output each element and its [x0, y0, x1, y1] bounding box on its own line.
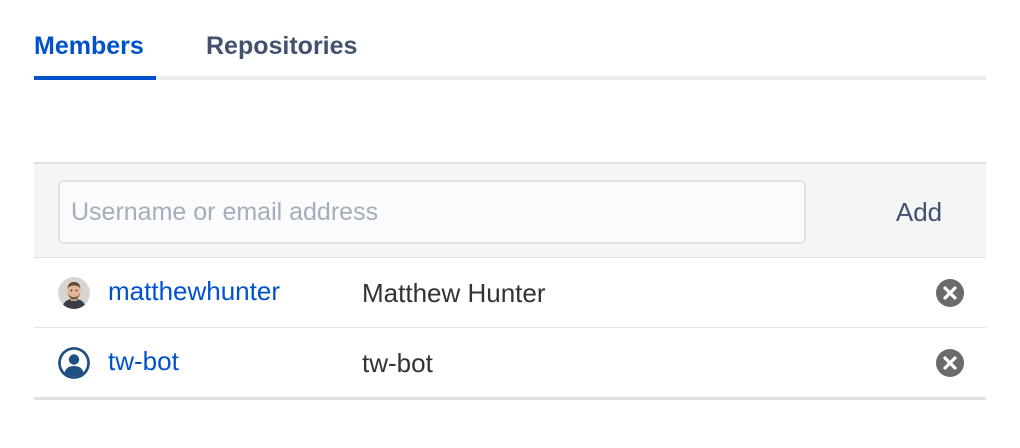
username-email-input[interactable] [58, 180, 806, 244]
remove-circle-icon [936, 349, 964, 377]
remove-member-button[interactable] [935, 348, 965, 378]
tab-bar-underline [34, 76, 986, 80]
member-username-link[interactable]: tw-bot [108, 344, 179, 378]
table-row: matthewhunter Matthew Hunter [34, 258, 986, 328]
tab-repositories-label: Repositories [206, 32, 358, 60]
avatar [58, 347, 90, 379]
tab-members-label: Members [34, 32, 144, 60]
remove-circle-icon [936, 279, 964, 307]
tab-members[interactable]: Members [34, 28, 156, 82]
add-button[interactable]: Add [872, 190, 966, 234]
default-user-icon [58, 347, 90, 379]
member-display-name: Matthew Hunter [362, 278, 546, 308]
members-page: Members Repositories Add [0, 0, 1020, 448]
add-member-row: Add [34, 162, 986, 258]
tab-bar: Members Repositories [34, 0, 986, 82]
members-table: Add matthewhunter Matthew Hunter [34, 162, 986, 400]
member-display-name: tw-bot [362, 348, 433, 378]
tab-repositories[interactable]: Repositories [206, 28, 357, 82]
table-row: tw-bot tw-bot [34, 328, 986, 400]
avatar [58, 277, 90, 309]
remove-member-button[interactable] [935, 278, 965, 308]
member-username-link[interactable]: matthewhunter [108, 274, 280, 308]
active-tab-indicator [34, 76, 156, 80]
user-photo-icon [58, 277, 90, 309]
